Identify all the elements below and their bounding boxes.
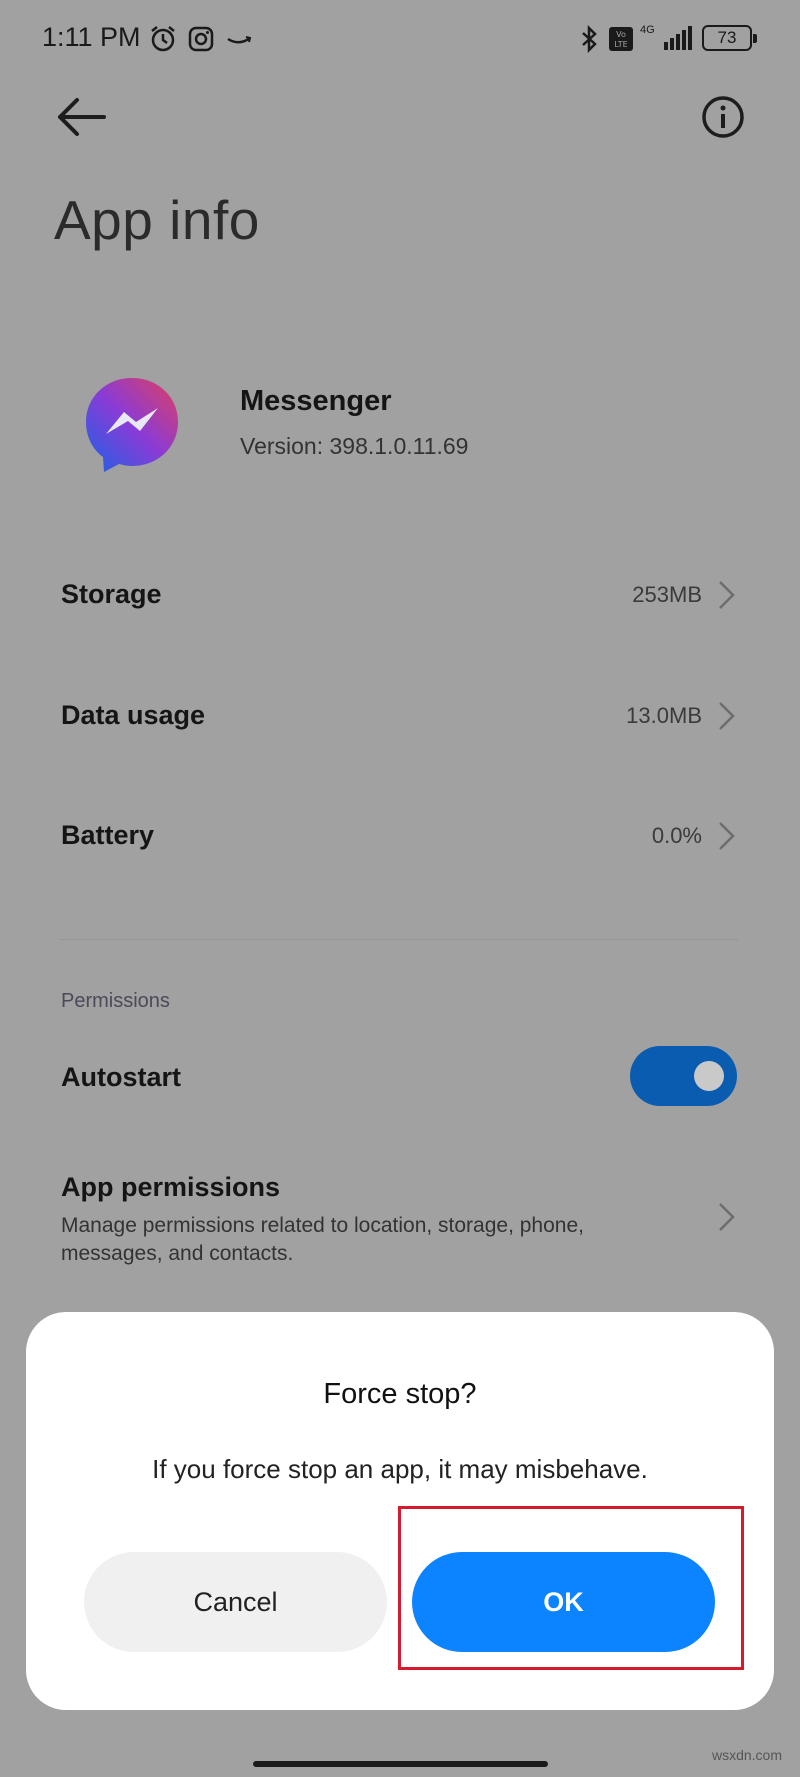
toggle-knob (694, 1061, 724, 1091)
chevron-right-icon (719, 702, 735, 730)
app-permissions-label: App permissions (61, 1172, 281, 1202)
battery-value: 0.0% (651, 823, 702, 848)
app-version: Version: 398.1.0.11.69 (240, 433, 469, 459)
data-usage-row[interactable]: Data usage 13.0MB (0, 664, 800, 764)
info-icon[interactable] (700, 94, 746, 140)
bluetooth-icon (582, 24, 597, 54)
data-usage-label: Data usage (61, 700, 206, 730)
amazon-icon (227, 36, 252, 44)
battery-row[interactable]: Battery 0.0% (0, 785, 800, 885)
data-usage-value: 13.0MB (626, 703, 702, 728)
divider (60, 939, 738, 940)
alarm-icon (151, 26, 175, 52)
app-name: Messenger (240, 385, 392, 417)
highlight-annotation-box (398, 1506, 744, 1670)
page-title: App info (54, 189, 260, 251)
dialog-message: If you force stop an app, it may misbeha… (152, 1454, 648, 1484)
battery-label: Battery (61, 820, 155, 850)
storage-label: Storage (61, 579, 162, 609)
cancel-button[interactable]: Cancel (84, 1552, 387, 1652)
home-indicator[interactable] (253, 1761, 548, 1767)
permissions-section-label: Permissions (61, 990, 170, 1012)
app-permissions-description: Manage permissions related to location, … (61, 1214, 584, 1265)
svg-text:LTE: LTE (614, 40, 627, 49)
autostart-toggle[interactable] (630, 1046, 737, 1106)
chevron-right-icon (719, 822, 735, 850)
status-time: 1:11 PM (42, 22, 141, 52)
svg-text:Vo: Vo (616, 30, 626, 39)
storage-value: 253MB (632, 582, 702, 607)
chevron-right-icon (719, 581, 735, 609)
autostart-label: Autostart (61, 1062, 181, 1092)
signal-icon (664, 26, 692, 50)
volte-icon: Vo LTE (609, 27, 633, 51)
battery-icon: 73 (702, 25, 757, 51)
battery-level: 73 (717, 28, 737, 47)
messenger-icon (86, 378, 178, 472)
instagram-icon (188, 26, 214, 52)
status-bar: 1:11 PM Vo LTE 4G 73 (0, 0, 800, 80)
chevron-right-icon (719, 1203, 735, 1231)
dialog-title: Force stop? (323, 1378, 477, 1410)
storage-row[interactable]: Storage 253MB (0, 544, 800, 644)
back-arrow-icon[interactable] (52, 90, 112, 144)
watermark: wsxdn.com (711, 1747, 782, 1763)
